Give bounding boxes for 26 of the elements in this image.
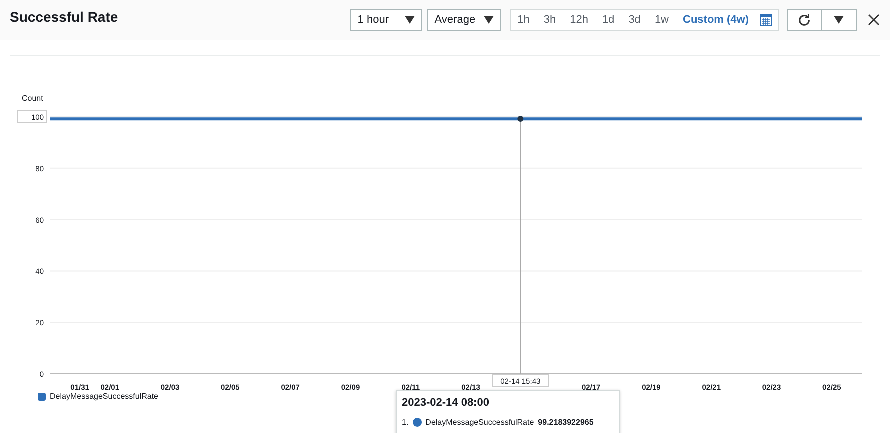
dropdown-button[interactable] <box>822 9 857 31</box>
caret-icon <box>834 16 844 24</box>
hover-point <box>518 116 524 122</box>
time-range-button[interactable]: 1w <box>648 10 676 30</box>
time-range-button[interactable]: 12h <box>563 10 596 30</box>
y-axis-label: Count <box>22 94 44 103</box>
time-range-button[interactable]: 1h <box>510 10 537 30</box>
row-index: 1. <box>402 418 409 427</box>
caret-icon <box>404 16 415 24</box>
legend-label[interactable]: DelayMessageSuccessfulRate <box>50 392 158 401</box>
time-range-button[interactable]: 3d <box>622 10 648 30</box>
period-select[interactable]: 1 hour <box>350 9 422 31</box>
statistic-select[interactable]: Average <box>426 9 501 31</box>
time-range-button[interactable]: 3h <box>536 10 564 30</box>
time-range-button[interactable]: Custom (4w) <box>676 10 756 30</box>
series-name: DelayMessageSuccessfulRate <box>426 418 534 427</box>
refresh-button[interactable] <box>787 9 822 31</box>
tick-highlight-box <box>18 110 48 124</box>
calendar-icon[interactable] <box>760 14 772 26</box>
caret-icon <box>484 16 494 24</box>
time-range-button[interactable]: 1d <box>595 10 622 30</box>
refresh-icon <box>797 12 812 28</box>
close-icon[interactable] <box>868 14 880 26</box>
widget-title: Successful Rate <box>10 9 118 25</box>
series-value: 99.2183922965 <box>538 418 594 427</box>
tooltip-title: 2023-02-14 08:00 <box>402 397 490 409</box>
